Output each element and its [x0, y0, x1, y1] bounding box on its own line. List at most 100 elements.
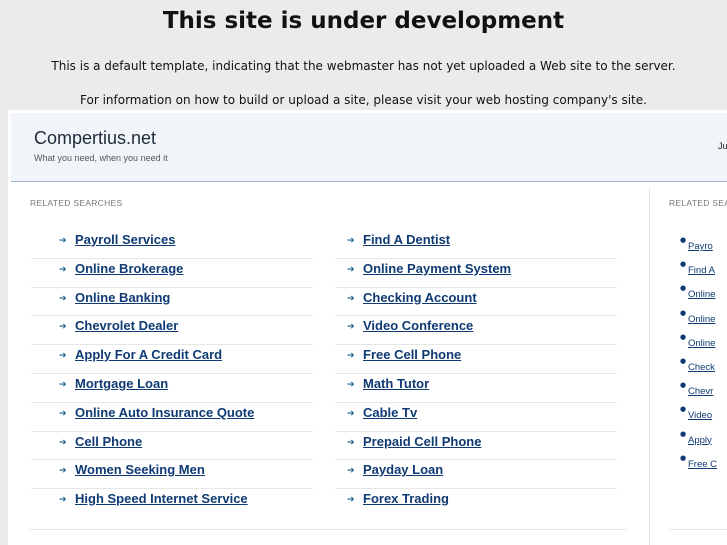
sidebar-item: ● Payro: [680, 234, 717, 258]
list-item: ➔ Cell Phone: [31, 432, 313, 461]
bullet-icon: ●: [680, 260, 687, 269]
sidebar-item: ● Video: [680, 403, 717, 427]
arrow-right-icon: ➔: [347, 408, 355, 419]
list-item: ➔ Math Tutor: [335, 374, 617, 403]
list-item: ➔ Forex Trading: [335, 489, 617, 518]
list-item: ➔ Online Auto Insurance Quote: [31, 403, 313, 432]
related-search-link[interactable]: Math Tutor: [363, 376, 429, 391]
related-searches-right-column: ➔ Find A Dentist ➔ Online Payment System ➔…: [335, 230, 617, 518]
related-search-link[interactable]: Online Auto Insurance Quote: [75, 405, 254, 420]
site-name: Compertius.net: [34, 128, 157, 148]
related-search-link[interactable]: Online Brokerage: [75, 261, 183, 276]
site-header: Compertius.net What you need, when you n…: [11, 113, 727, 182]
related-search-link[interactable]: Prepaid Cell Phone: [363, 434, 481, 449]
arrow-right-icon: ➔: [59, 236, 67, 246]
bullet-icon: ●: [680, 429, 687, 438]
divider: [669, 529, 727, 530]
list-item: ➔ Online Banking: [31, 288, 313, 317]
arrow-right-icon: ➔: [347, 466, 355, 477]
sidebar-link[interactable]: Online: [688, 314, 715, 325]
arrow-right-icon: ➔: [59, 379, 67, 390]
sidebar-link[interactable]: Online: [688, 289, 715, 300]
list-item: ➔ Online Payment System: [335, 259, 617, 288]
list-item: ➔ Payroll Services: [31, 230, 313, 259]
arrow-right-icon: ➔: [347, 293, 355, 304]
list-item: ➔ Checking Account: [335, 288, 617, 317]
bullet-icon: ●: [680, 284, 687, 293]
divider: [30, 529, 627, 530]
sidebar-link[interactable]: Online: [688, 338, 715, 349]
sidebar-item: ● Check: [680, 355, 717, 379]
related-search-link[interactable]: Video Conference: [363, 318, 473, 333]
sidebar-item: ● Apply: [680, 428, 717, 452]
related-search-link[interactable]: Forex Trading: [363, 491, 449, 506]
list-item: ➔ High Speed Internet Service: [31, 489, 313, 518]
list-item: ➔ Online Brokerage: [31, 259, 313, 288]
arrow-right-icon: ➔: [59, 293, 67, 304]
arrow-right-icon: ➔: [347, 351, 355, 362]
date-text: Ju: [718, 141, 727, 151]
arrow-right-icon: ➔: [59, 408, 67, 419]
bullet-icon: ●: [680, 308, 687, 317]
arrow-right-icon: ➔: [347, 379, 355, 390]
notice-line-1: This is a default template, indicating t…: [51, 59, 676, 73]
related-searches-left-column: ➔ Payroll Services ➔ Online Brokerage ➔ Onl…: [31, 230, 329, 518]
sidebar-link[interactable]: Video: [688, 410, 712, 421]
list-item: ➔ Apply For A Credit Card: [31, 345, 313, 374]
sidebar-link[interactable]: Apply: [688, 435, 712, 446]
list-item: ➔ Mortgage Loan: [31, 374, 313, 403]
related-search-link[interactable]: Women Seeking Men: [75, 462, 205, 477]
arrow-right-icon: ➔: [347, 236, 355, 246]
sidebar-label: RELATED SEA: [669, 198, 727, 208]
arrow-right-icon: ➔: [347, 264, 355, 275]
sidebar-list: ● Payro ● Find A ● Online ● Online ● Online ●…: [680, 234, 717, 476]
related-search-link[interactable]: Payroll Services: [75, 232, 175, 247]
list-item: ➔ Payday Loan: [335, 460, 617, 490]
list-item: ➔ Find A Dentist: [335, 230, 617, 259]
bullet-icon: ●: [680, 381, 687, 390]
related-searches-label: RELATED SEARCHES: [30, 198, 123, 208]
sidebar-item: ● Free C: [680, 452, 717, 476]
bullet-icon: ●: [680, 236, 687, 244]
list-item: ➔ Video Conference: [335, 316, 617, 346]
arrow-right-icon: ➔: [59, 322, 67, 333]
related-search-link[interactable]: Apply For A Credit Card: [75, 347, 222, 362]
sidebar-item: ● Find A: [680, 258, 717, 282]
related-search-link[interactable]: Online Payment System: [363, 261, 511, 276]
list-item: ➔ Free Cell Phone: [335, 345, 617, 374]
arrow-right-icon: ➔: [59, 495, 67, 506]
arrow-right-icon: ➔: [59, 437, 67, 448]
sidebar-link[interactable]: Check: [688, 362, 715, 373]
related-search-link[interactable]: Free Cell Phone: [363, 347, 461, 362]
related-search-link[interactable]: Cell Phone: [75, 434, 142, 449]
related-search-link[interactable]: Mortgage Loan: [75, 376, 168, 391]
arrow-right-icon: ➔: [347, 437, 355, 448]
related-search-link[interactable]: Online Banking: [75, 290, 170, 305]
sidebar-link[interactable]: Free C: [688, 459, 717, 470]
list-item: ➔ Women Seeking Men: [31, 460, 313, 490]
related-search-link[interactable]: Find A Dentist: [363, 232, 450, 247]
site-tagline: What you need, when you need it: [34, 153, 168, 163]
sidebar-link[interactable]: Chevr: [688, 386, 713, 397]
sidebar-link[interactable]: Find A: [688, 265, 715, 276]
arrow-right-icon: ➔: [347, 322, 355, 333]
related-search-link[interactable]: Chevrolet Dealer: [75, 318, 178, 333]
sidebar-related-searches: RELATED SEA ● Payro ● Find A ● Online ● Onli…: [657, 188, 727, 545]
related-search-link[interactable]: Payday Loan: [363, 462, 443, 477]
related-search-link[interactable]: Cable Tv: [363, 405, 417, 420]
related-search-link[interactable]: Checking Account: [363, 290, 477, 305]
arrow-right-icon: ➔: [59, 264, 67, 275]
sidebar-item: ● Online: [680, 331, 717, 355]
bullet-icon: ●: [680, 332, 687, 341]
sidebar-item: ● Chevr: [680, 379, 717, 403]
bullet-icon: ●: [680, 356, 687, 365]
notice-line-2: For information on how to build or uploa…: [80, 93, 647, 107]
bullet-icon: ●: [680, 405, 687, 414]
parked-page-frame: Compertius.net What you need, when you n…: [8, 110, 727, 545]
related-searches-panel: RELATED SEARCHES ➔ Payroll Services ➔ Onli…: [11, 188, 650, 545]
sidebar-item: ● Online: [680, 282, 717, 306]
sidebar-link[interactable]: Payro: [688, 241, 713, 252]
bullet-icon: ●: [680, 453, 687, 462]
related-search-link[interactable]: High Speed Internet Service: [75, 491, 248, 506]
arrow-right-icon: ➔: [59, 466, 67, 477]
